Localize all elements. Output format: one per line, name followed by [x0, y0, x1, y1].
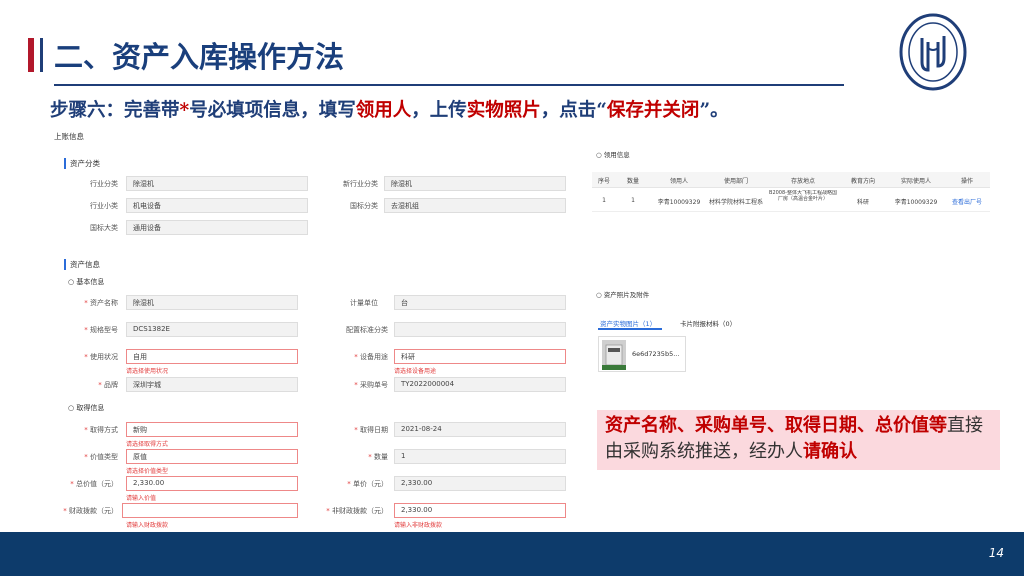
cell-actual-user: 李青10009329	[894, 199, 938, 206]
fiscal-field[interactable]	[122, 503, 298, 518]
value-type-error: 请选择价值类型	[126, 468, 169, 475]
cell-department: 材料学院材料工程系	[708, 199, 763, 206]
value-type-select[interactable]: 原值	[126, 449, 298, 464]
purchase-no-field[interactable]: TY2022000004	[394, 377, 566, 392]
quantity-field[interactable]: 1	[394, 449, 566, 464]
title-accent-blue	[40, 38, 43, 72]
attachments-header: ○ 资产照片及附件	[596, 291, 650, 299]
cell-quantity: 1	[631, 197, 635, 204]
title-accent-red	[28, 38, 34, 72]
col-header: 数量	[626, 178, 639, 185]
unit-price-label: * 单价（元）	[347, 480, 388, 488]
cell-location: B2008-整体大飞机工程战略国厂房（高温合金叶片）	[769, 190, 837, 202]
value-type-label: * 价值类型	[84, 453, 118, 461]
total-value-field[interactable]: 2,330.00	[126, 476, 298, 491]
acquire-method-label: * 取得方式	[84, 426, 118, 434]
purpose-select[interactable]: 科研	[394, 349, 566, 364]
total-value-label: * 总价值（元）	[70, 480, 118, 488]
page-number: 14	[988, 546, 1004, 560]
photo-thumbnail-icon	[602, 340, 626, 370]
acquire-method-select[interactable]: 新购	[126, 422, 298, 437]
view-factory-no-link[interactable]: 查看出厂号	[944, 197, 990, 206]
purchase-no-label: * 采购单号	[354, 381, 388, 389]
receipt-table-header: 序号 数量 领用人 使用部门 存放地点 教育方向 实际使用人 操作	[592, 172, 990, 188]
acquire-method-error: 请选择取得方式	[126, 441, 169, 448]
purpose-label: * 设备用途	[354, 353, 388, 361]
unit-label: 计量单位	[350, 299, 378, 307]
table-row: 1 1 李青10009329 材料学院材料工程系 B2008-整体大飞机工程战略…	[592, 188, 990, 212]
fiscal-label: * 财政拨款（元）	[63, 507, 118, 515]
slide: 二、资产入库操作方法 步骤六：完善带*号必填项信息，填写领用人，上传实物照片，点…	[0, 0, 1024, 576]
col-header: 存放地点	[790, 178, 815, 185]
national-class-field[interactable]: 去湿机组	[384, 198, 566, 213]
spec-field[interactable]: DCS1382E	[126, 322, 298, 337]
industry-category-label: 行业分类	[90, 180, 118, 188]
national-major-label: 国标大类	[90, 224, 118, 232]
asset-info-section-title: 资产信息	[64, 259, 100, 270]
purpose-error: 请选择设备用途	[394, 368, 437, 375]
col-header: 使用部门	[723, 178, 748, 185]
usage-error: 请选择使用状况	[126, 368, 169, 375]
basic-info-title: ○ 基本信息	[68, 278, 105, 286]
usage-select[interactable]: 自用	[126, 349, 298, 364]
new-industry-label: 新行业分类	[343, 180, 378, 188]
title-divider	[54, 84, 844, 86]
brand-field[interactable]: 深圳宇城	[126, 377, 298, 392]
industry-class-label: 行业小类	[90, 202, 118, 210]
config-label: 配置标准分类	[346, 326, 388, 334]
note-callout: 资产名称、采购单号、取得日期、总价值等直接由采购系统推送，经办人请确认	[597, 410, 1000, 470]
acquire-info-title: ○ 取得信息	[68, 404, 105, 412]
national-class-label: 国标分类	[350, 202, 378, 210]
cell-receiver: 李青10009329	[657, 199, 701, 206]
asset-name-label: * 资产名称	[84, 299, 118, 307]
slide-title: 二、资产入库操作方法	[54, 40, 345, 74]
form-header: 上账信息	[54, 132, 84, 141]
spec-label: * 规格型号	[84, 326, 118, 334]
industry-category-field[interactable]: 除湿机	[126, 176, 308, 191]
cell-index: 1	[602, 197, 606, 204]
unit-price-field[interactable]: 2,330.00	[394, 476, 566, 491]
quantity-label: * 数量	[368, 453, 388, 461]
cell-direction: 科研	[856, 199, 869, 206]
receipt-table: 序号 数量 领用人 使用部门 存放地点 教育方向 实际使用人 操作 1 1 李青…	[592, 172, 990, 214]
col-header: 操作	[960, 178, 973, 185]
tab-asset-photos[interactable]: 资产实物图片（1）	[600, 318, 656, 328]
instruction-text: 步骤六：完善带*号必填项信息，填写领用人，上传实物照片，点击“保存并关闭”。	[50, 100, 729, 121]
national-major-field[interactable]: 通用设备	[126, 220, 308, 235]
tab-card-materials[interactable]: 卡片附报材料（0）	[680, 318, 736, 328]
col-header: 序号	[597, 178, 610, 185]
nonfiscal-field[interactable]: 2,330.00	[394, 503, 566, 518]
active-tab-indicator	[598, 328, 662, 330]
fiscal-error: 请输入财政拨款	[126, 522, 169, 529]
total-value-error: 请输入价值	[126, 495, 157, 502]
nonfiscal-error: 请输入非财政拨款	[394, 522, 443, 529]
brand-label: * 品牌	[98, 381, 118, 389]
attachment-item[interactable]: 6e6d7235b5...	[598, 336, 686, 372]
footer-bar	[0, 532, 1024, 576]
col-header: 教育方向	[850, 178, 875, 185]
industry-class-field[interactable]: 机电设备	[126, 198, 308, 213]
nonfiscal-label: * 非财政拨款（元）	[326, 507, 388, 515]
asset-name-field[interactable]: 除湿机	[126, 295, 298, 310]
receipt-header: ○ 领用信息	[596, 151, 630, 159]
col-header: 领用人	[669, 178, 688, 185]
acquire-date-label: * 取得日期	[354, 426, 388, 434]
university-logo-icon	[899, 13, 967, 91]
config-field[interactable]	[394, 322, 566, 337]
category-section-title: 资产分类	[64, 158, 100, 169]
unit-field[interactable]: 台	[394, 295, 566, 310]
attachment-filename: 6e6d7235b5...	[632, 350, 680, 358]
usage-label: * 使用状况	[84, 353, 118, 361]
col-header: 实际使用人	[900, 178, 931, 185]
new-industry-field[interactable]: 除湿机	[384, 176, 566, 191]
acquire-date-field[interactable]: 2021-08-24	[394, 422, 566, 437]
